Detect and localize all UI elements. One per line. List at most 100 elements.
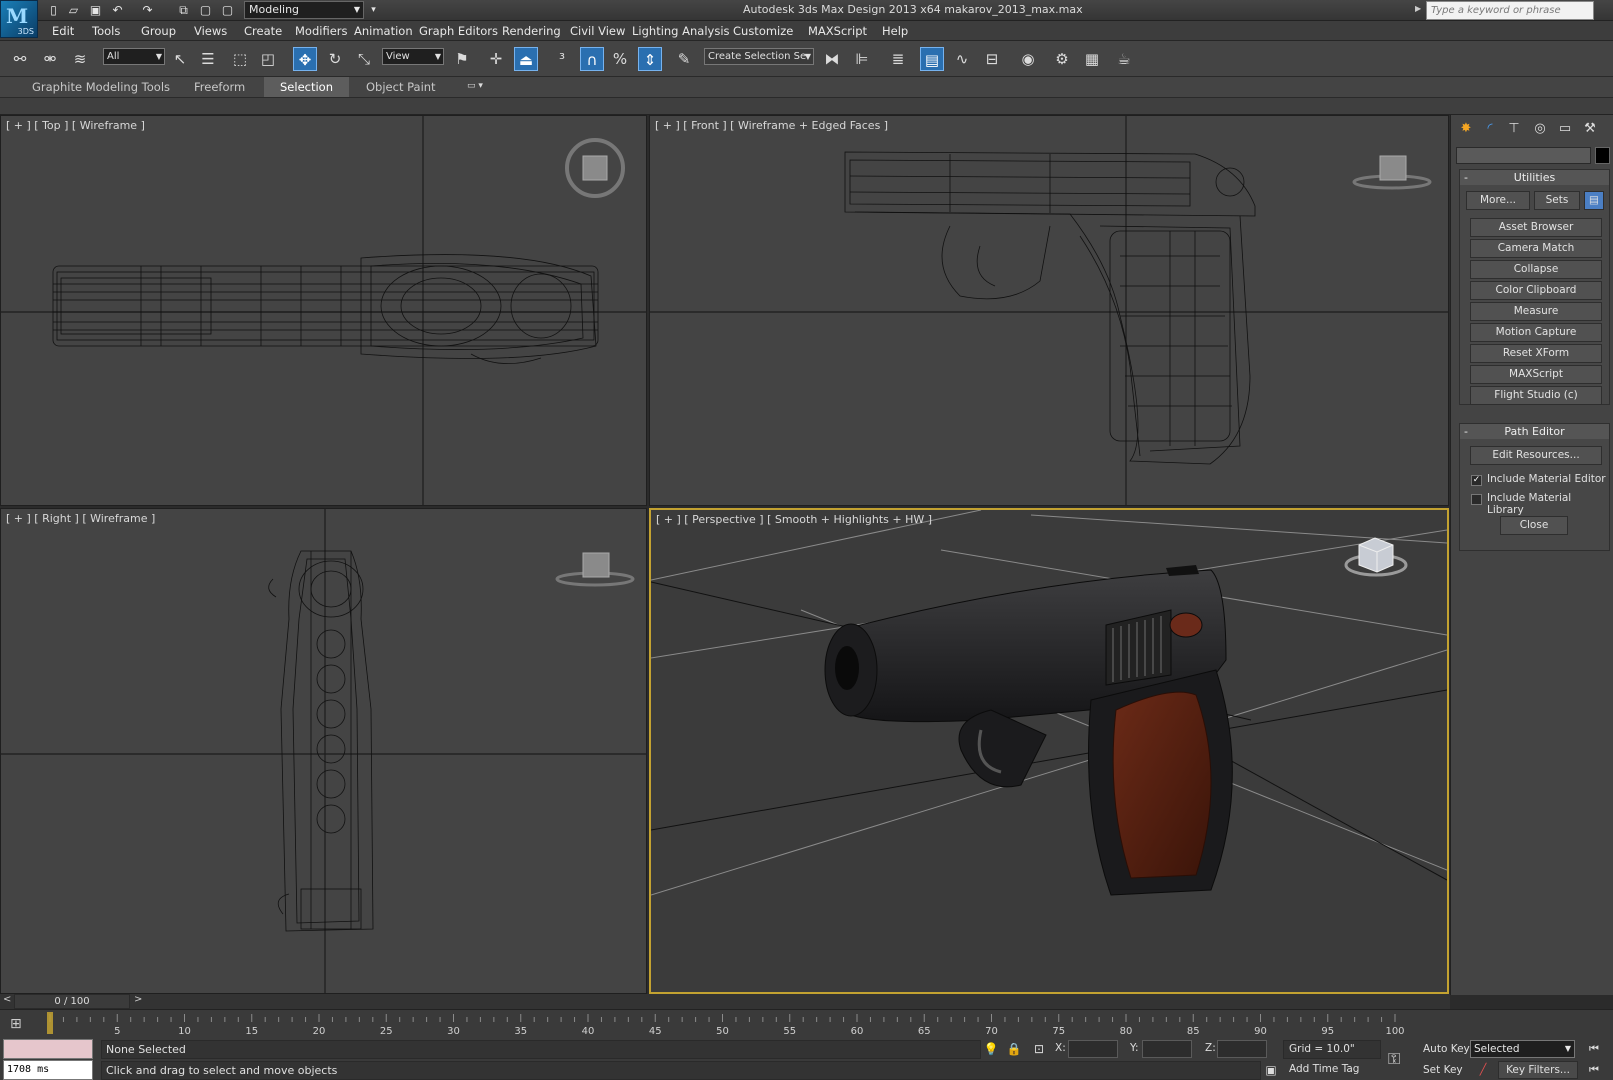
menu-create[interactable]: Create — [244, 24, 282, 38]
collapse-button[interactable]: Collapse — [1470, 260, 1602, 279]
track-bar-ruler[interactable]: 5 10 15 20 25 30 35 40 45 50 55 60 65 70 75 80 85 90 95 100 — [40, 1012, 1410, 1038]
selection-lock-icon[interactable]: 🔒 — [1005, 1041, 1023, 1057]
top-viewport-label[interactable]: [ + ] [ Top ] [ Wireframe ] — [6, 119, 145, 132]
ribbon-options-icon[interactable]: ▭ ▾ — [467, 81, 483, 91]
camera-match-button[interactable]: Camera Match — [1470, 239, 1602, 258]
right-viewport-label[interactable]: [ + ] [ Right ] [ Wireframe ] — [6, 512, 155, 525]
viewport-perspective[interactable]: [ + ] [ Perspective ] [ Smooth + Highlig… — [649, 508, 1449, 994]
search-expand-icon[interactable]: ▶ — [1415, 4, 1421, 13]
include-material-library-checkbox[interactable] — [1471, 494, 1482, 505]
display-tab-icon[interactable]: ▭ — [1554, 119, 1576, 139]
object-name-field[interactable] — [1456, 147, 1591, 164]
edit-resources-button[interactable]: Edit Resources... — [1470, 446, 1602, 465]
close-button[interactable]: Close — [1500, 516, 1568, 535]
edit-named-selection-icon[interactable]: ✎ — [672, 47, 696, 71]
front-viewcube[interactable] — [1352, 155, 1432, 190]
utilities-rollout-header[interactable]: - Utilities — [1460, 170, 1609, 185]
sets-button[interactable]: Sets — [1534, 191, 1580, 210]
go-to-start-icon[interactable]: ⏮ — [1585, 1041, 1603, 1057]
fetch-icon[interactable]: ▢ — [220, 3, 235, 17]
maxscript-input[interactable] — [3, 1039, 93, 1059]
menu-edit[interactable]: Edit — [52, 24, 74, 38]
time-slider-thumb[interactable]: 0 / 100 — [14, 994, 130, 1009]
material-editor-icon[interactable]: ◉ — [1016, 47, 1040, 71]
menu-rendering[interactable]: Rendering — [502, 24, 561, 38]
measure-button[interactable]: Measure — [1470, 302, 1602, 321]
percent-snap-icon[interactable]: % — [608, 47, 632, 71]
window-crossing-icon[interactable]: ◰ — [256, 47, 280, 71]
maxscript-listener[interactable]: 1708 ms — [3, 1039, 93, 1080]
top-viewcube[interactable] — [565, 138, 625, 198]
create-tab-icon[interactable]: ✸ — [1455, 119, 1477, 139]
tab-object-paint[interactable]: Object Paint — [350, 77, 452, 97]
menu-modifiers[interactable]: Modifiers — [295, 24, 348, 38]
modify-tab-icon[interactable]: ◜ — [1479, 119, 1501, 139]
mirror-icon[interactable]: ⧓ — [820, 47, 844, 71]
z-coordinate-field[interactable] — [1217, 1040, 1267, 1058]
viewport-front[interactable]: [ + ] [ Front ] [ Wireframe + Edged Face… — [649, 115, 1449, 506]
more-button[interactable]: More... — [1466, 191, 1530, 210]
open-file-icon[interactable]: ▱ — [66, 3, 81, 17]
auto-key-button[interactable]: Auto Key — [1423, 1043, 1470, 1055]
tab-graphite-modeling-tools[interactable]: Graphite Modeling Tools — [16, 77, 186, 97]
object-color-swatch[interactable] — [1595, 147, 1610, 164]
go-to-start-secondary-icon[interactable]: ⏮ — [1585, 1062, 1603, 1078]
application-menu-button[interactable]: M 3DS — [0, 0, 38, 38]
keyboard-shortcut-override-icon[interactable]: ⏏ — [514, 47, 538, 71]
schematic-view-icon[interactable]: ⊟ — [980, 47, 1004, 71]
reference-coordinate-dropdown[interactable]: View ▼ — [382, 48, 444, 65]
hold-icon[interactable]: ▢ — [198, 3, 213, 17]
new-file-icon[interactable]: ▯ — [46, 3, 61, 17]
pivot-center-icon[interactable]: ⚑ — [450, 47, 474, 71]
perspective-viewcube[interactable] — [1344, 537, 1408, 577]
menu-group[interactable]: Group — [141, 24, 176, 38]
render-setup-icon[interactable]: ⚙ — [1050, 47, 1074, 71]
menu-views[interactable]: Views — [194, 24, 227, 38]
rendered-frame-window-icon[interactable]: ▦ — [1080, 47, 1104, 71]
utilities-tab-icon[interactable]: ⚒ — [1579, 119, 1601, 139]
select-and-scale-icon[interactable]: ⤡ — [352, 47, 376, 71]
set-keys-key-icon[interactable]: ⚿ — [1388, 1049, 1400, 1069]
add-time-tag-button[interactable]: Add Time Tag — [1283, 1061, 1381, 1080]
current-frame-marker[interactable] — [47, 1012, 53, 1034]
track-bar[interactable]: ⊞ 5 10 15 20 25 30 35 40 45 50 55 60 65 70 75 80 85 90 95 1… — [0, 1009, 1613, 1039]
bind-space-warp-icon[interactable]: ≋ — [68, 47, 92, 71]
named-selection-dropdown[interactable]: Create Selection Se ▼ — [704, 48, 814, 65]
configure-button-sets-icon[interactable]: ▤ — [1584, 191, 1604, 210]
viewport-right[interactable]: [ + ] [ Right ] [ Wireframe ] — [0, 508, 647, 994]
undo-icon[interactable]: ↶ — [110, 3, 125, 17]
tab-selection[interactable]: Selection — [264, 77, 349, 97]
key-mode-dropdown[interactable]: Selected ▼ — [1470, 1040, 1575, 1058]
align-icon[interactable]: ⊫ — [850, 47, 874, 71]
motion-tab-icon[interactable]: ◎ — [1529, 119, 1551, 139]
select-and-rotate-icon[interactable]: ↻ — [323, 47, 347, 71]
menu-civil-view[interactable]: Civil View — [570, 24, 625, 38]
layer-manager-icon[interactable]: ≣ — [886, 47, 910, 71]
absolute-mode-icon[interactable]: ⊡ — [1030, 1041, 1048, 1057]
perspective-viewport-label[interactable]: [ + ] [ Perspective ] [ Smooth + Highlig… — [656, 513, 932, 526]
manipulate-icon[interactable]: ✛ — [484, 47, 508, 71]
redo-icon[interactable]: ↷ — [140, 3, 155, 17]
maxscript-button[interactable]: MAXScript — [1470, 365, 1602, 384]
isolate-selection-icon[interactable]: 💡 — [982, 1041, 1000, 1057]
menu-help[interactable]: Help — [882, 24, 908, 38]
asset-browser-button[interactable]: Asset Browser — [1470, 218, 1602, 237]
select-object-icon[interactable]: ↖ — [168, 47, 192, 71]
spinner-snap-icon[interactable]: ⇕ — [638, 47, 662, 71]
workspace-dropdown[interactable]: Modeling ▼ — [244, 1, 364, 19]
pistol-model[interactable] — [824, 565, 1233, 896]
unlink-icon[interactable]: ⚮ — [38, 47, 62, 71]
viewport-top[interactable]: [ + ] [ Top ] [ Wireframe ] — [0, 115, 647, 506]
next-frame-icon[interactable]: > — [134, 994, 142, 1005]
front-viewport-label[interactable]: [ + ] [ Front ] [ Wireframe + Edged Face… — [655, 119, 888, 132]
menu-animation[interactable]: Animation — [354, 24, 413, 38]
select-and-move-icon[interactable]: ✥ — [293, 47, 317, 71]
include-material-editor-checkbox[interactable]: ✓ — [1471, 475, 1482, 486]
set-key-button[interactable]: Set Key — [1423, 1064, 1463, 1076]
menu-customize[interactable]: Customize — [733, 24, 793, 38]
previous-frame-icon[interactable]: < — [3, 994, 11, 1005]
y-coordinate-field[interactable] — [1142, 1040, 1192, 1058]
right-viewcube[interactable] — [555, 552, 635, 587]
rectangular-selection-icon[interactable]: ⬚ — [228, 47, 252, 71]
x-coordinate-field[interactable] — [1068, 1040, 1118, 1058]
